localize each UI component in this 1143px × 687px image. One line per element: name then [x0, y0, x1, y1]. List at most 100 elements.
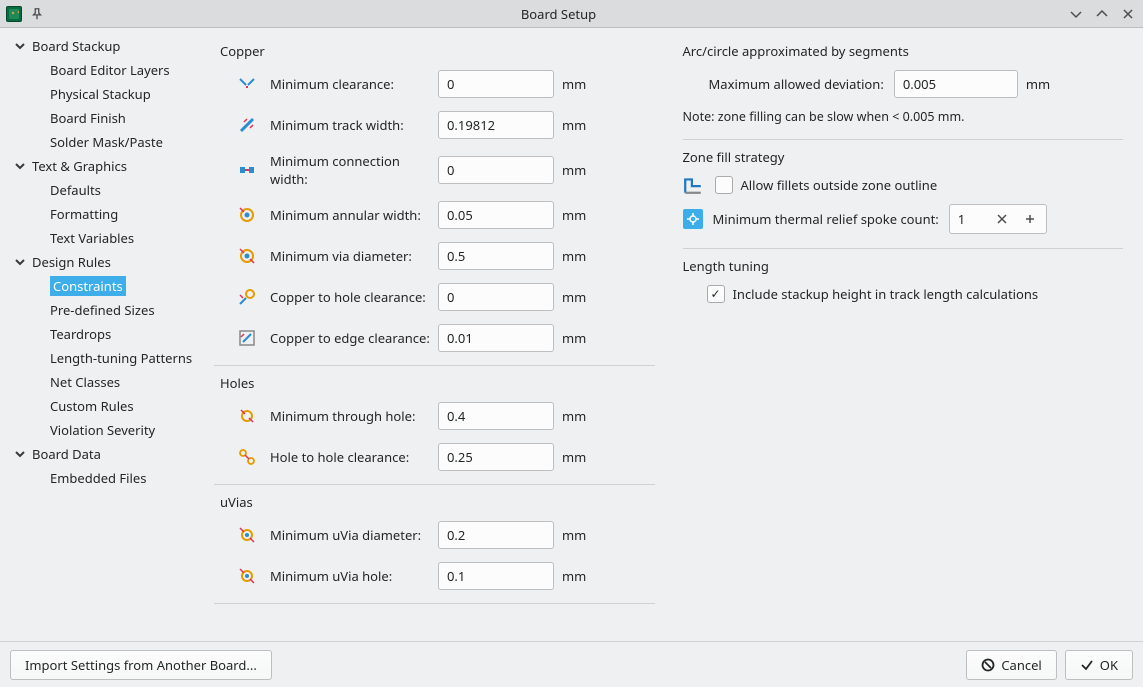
ok-button[interactable]: OK — [1065, 650, 1133, 680]
tree-group[interactable]: Board Data — [4, 442, 202, 466]
constraint-input[interactable] — [438, 562, 554, 590]
constraint-icon — [234, 161, 260, 179]
tree-item-label: Custom Rules — [50, 397, 134, 415]
tree-group[interactable]: Text & Graphics — [4, 154, 202, 178]
title-bar: Board Setup — [0, 0, 1143, 28]
constraint-label: Minimum uVia hole: — [260, 567, 438, 585]
import-settings-button[interactable]: Import Settings from Another Board... — [10, 650, 272, 680]
spoke-count-stepper[interactable] — [949, 204, 1047, 234]
tree-item[interactable]: Pre-defined Sizes — [34, 298, 202, 322]
allow-fillets-checkbox[interactable] — [715, 176, 733, 194]
tree-item-label: Defaults — [50, 181, 101, 199]
tree-item[interactable]: Teardrops — [34, 322, 202, 346]
constraint-input[interactable] — [438, 443, 554, 471]
constraint-input[interactable] — [438, 156, 554, 184]
pin-icon[interactable] — [28, 5, 46, 23]
unit-label: mm — [562, 407, 592, 425]
unit-label: mm — [562, 448, 592, 466]
constraint-input[interactable] — [438, 111, 554, 139]
tree-item[interactable]: Formatting — [34, 202, 202, 226]
tree-group-label: Board Data — [32, 445, 101, 463]
right-column: Arc/circle approximated by segments Maxi… — [683, 34, 1124, 635]
tree-item-label: Text Variables — [50, 229, 134, 247]
constraint-input[interactable] — [438, 70, 554, 98]
tree-item[interactable]: Defaults — [34, 178, 202, 202]
constraint-row: Minimum via diameter: mm — [214, 242, 655, 270]
constraint-row: Minimum annular width:mm — [214, 201, 655, 229]
tree-item[interactable]: Text Variables — [34, 226, 202, 250]
constraint-row: Minimum through hole: mm — [214, 402, 655, 430]
tree-group-label: Board Stackup — [32, 37, 120, 55]
deviation-note: Note: zone filling can be slow when < 0.… — [683, 108, 1124, 125]
tree-item[interactable]: Physical Stackup — [34, 82, 202, 106]
max-deviation-input[interactable] — [894, 70, 1018, 98]
window-minimize-button[interactable] — [1067, 5, 1085, 23]
tree-item[interactable]: Length-tuning Patterns — [34, 346, 202, 370]
include-stackup-checkbox[interactable] — [707, 285, 725, 303]
left-column: Copper Minimum clearance:mmMinimum track… — [214, 34, 655, 635]
constraint-label: Copper to edge clearance: — [260, 329, 438, 347]
tree-item[interactable]: Net Classes — [34, 370, 202, 394]
section-uvias-title: uVias — [220, 493, 655, 511]
constraint-label: Minimum uVia diameter: — [260, 526, 438, 544]
tree-item[interactable]: Violation Severity — [34, 418, 202, 442]
unit-label: mm — [562, 247, 592, 265]
sidebar: Board Stackup Board Editor LayersPhysical… — [0, 28, 206, 641]
constraint-icon — [234, 206, 260, 224]
constraint-row: Copper to hole clearance:mm — [214, 283, 655, 311]
tree-group-label: Text & Graphics — [32, 157, 127, 175]
tree-item-label: Net Classes — [50, 373, 120, 391]
section-zone-title: Zone fill strategy — [683, 148, 1124, 166]
footer: Import Settings from Another Board... Ca… — [0, 641, 1143, 687]
app-icon — [6, 6, 22, 22]
tree-item[interactable]: Constraints — [34, 274, 202, 298]
cancel-button[interactable]: Cancel — [966, 650, 1056, 680]
constraint-row: Copper to edge clearance:mm — [214, 324, 655, 352]
constraint-icon — [234, 75, 260, 93]
tree-item-label: Solder Mask/Paste — [50, 133, 163, 151]
tree-item[interactable]: Solder Mask/Paste — [34, 130, 202, 154]
unit-label: mm — [1026, 75, 1056, 93]
thermal-spoke-icon — [683, 209, 703, 229]
tree-item[interactable]: Custom Rules — [34, 394, 202, 418]
window-close-button[interactable] — [1119, 5, 1137, 23]
constraint-input[interactable] — [438, 201, 554, 229]
constraint-icon — [234, 329, 260, 347]
constraint-icon — [234, 407, 260, 425]
separator — [214, 603, 655, 604]
spoke-count-input[interactable] — [950, 205, 988, 233]
constraint-label: Minimum through hole: — [260, 407, 438, 425]
constraint-row: Minimum uVia diameter: mm — [214, 521, 655, 549]
constraint-input[interactable] — [438, 521, 554, 549]
tree-item-label: Constraints — [50, 276, 126, 296]
tree-item[interactable]: Board Finish — [34, 106, 202, 130]
constraint-label: Minimum connection width: — [260, 152, 438, 188]
spoke-count-decrement[interactable] — [988, 205, 1016, 233]
unit-label: mm — [562, 288, 592, 306]
constraint-icon — [234, 288, 260, 306]
constraint-row: Minimum clearance: mm — [214, 70, 655, 98]
unit-label: mm — [562, 526, 592, 544]
spoke-count-label: Minimum thermal relief spoke count: — [713, 210, 939, 228]
unit-label: mm — [562, 161, 592, 179]
tree-group[interactable]: Design Rules — [4, 250, 202, 274]
constraint-label: Minimum clearance: — [260, 75, 438, 93]
constraint-input[interactable] — [438, 242, 554, 270]
tree-item[interactable]: Embedded Files — [34, 466, 202, 490]
window-maximize-button[interactable] — [1093, 5, 1111, 23]
section-copper-title: Copper — [220, 42, 655, 60]
spoke-count-increment[interactable] — [1016, 205, 1044, 233]
allow-fillets-label: Allow fillets outside zone outline — [741, 176, 938, 194]
separator — [214, 484, 655, 485]
constraint-input[interactable] — [438, 324, 554, 352]
constraint-input[interactable] — [438, 402, 554, 430]
tree-item[interactable]: Board Editor Layers — [34, 58, 202, 82]
tree-group[interactable]: Board Stackup — [4, 34, 202, 58]
separator — [683, 139, 1124, 140]
constraint-label: Minimum via diameter: — [260, 247, 438, 265]
constraint-input[interactable] — [438, 283, 554, 311]
separator — [214, 365, 655, 366]
unit-label: mm — [562, 75, 592, 93]
section-arc-title: Arc/circle approximated by segments — [683, 42, 1124, 60]
unit-label: mm — [562, 567, 592, 585]
